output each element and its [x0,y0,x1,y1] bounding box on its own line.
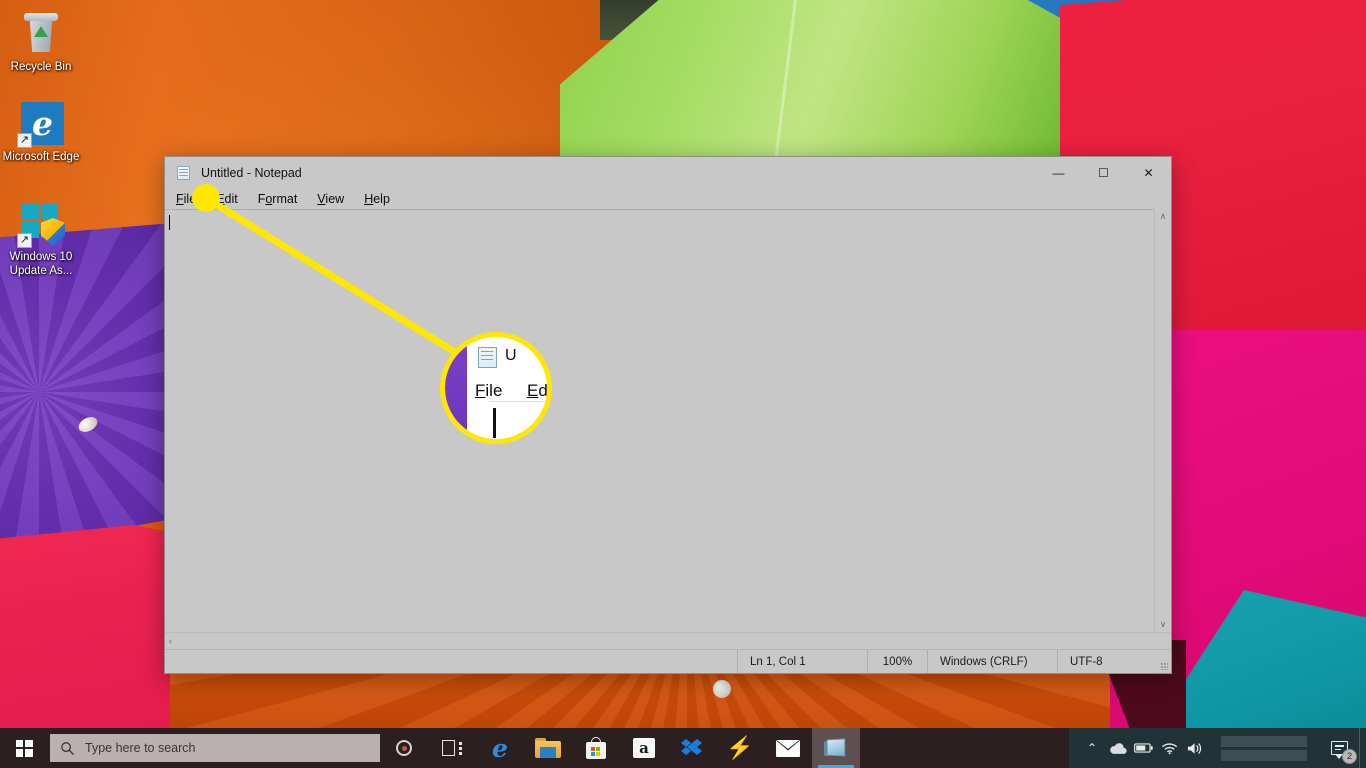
window-controls: — ☐ ✕ [1036,157,1171,188]
shortcut-arrow-icon: ↗ [17,133,32,148]
taskbar-item-amazon[interactable]: a [620,728,668,768]
taskbar-item-microsoft-edge[interactable]: e [476,728,524,768]
taskbar-item-microsoft-store[interactable] [572,728,620,768]
notepad-menu-bar[interactable]: File Edit Format View Help [165,188,1171,209]
system-tray: ⌃ 2 [1069,728,1366,768]
notepad-window[interactable]: Untitled - Notepad — ☐ ✕ File Edit Forma… [164,156,1172,674]
edge-icon: e ↗ [17,100,65,148]
clock-date-redacted [1221,749,1307,761]
cortana-icon [396,740,412,756]
notepad-icon [824,737,848,759]
status-encoding: UTF-8 [1070,655,1103,668]
taskbar-clock[interactable] [1209,728,1319,768]
desktop-icon-label: Windows 10 Update As... [9,251,73,277]
magnifier-desktop-edge [445,337,467,439]
desktop-icon-label: Recycle Bin [10,61,72,73]
status-line-ending: Windows (CRLF) [928,650,1058,673]
speaker-volume-icon[interactable] [1183,728,1209,768]
notepad-body: ∧ ∨ [165,209,1171,632]
menu-item-view[interactable]: View [316,191,345,207]
magnifier-menu-edit: Ed [527,381,548,400]
menu-item-file[interactable]: File [175,191,197,207]
mail-icon [776,739,800,757]
minimize-button[interactable]: — [1036,157,1081,188]
magnifier-menu-file: File Ed [475,381,548,400]
menu-item-edit[interactable]: Edit [215,191,239,207]
scroll-up-arrow-icon[interactable]: ∧ [1160,212,1167,221]
amazon-icon: a [633,738,655,758]
desktop-icon-recycle-bin[interactable]: Recycle Bin [0,10,84,75]
windows-logo-icon [15,739,33,757]
microsoft-store-icon [586,737,606,759]
menu-item-format[interactable]: Format [257,191,299,207]
task-view-icon [442,740,462,756]
notepad-text-area[interactable] [165,209,1154,632]
magnifier-callout: U File Ed [440,332,552,444]
scroll-left-arrow-icon[interactable]: ‹ [169,636,172,646]
magnifier-caret [493,408,496,438]
wifi-icon[interactable] [1157,728,1183,768]
show-desktop-button[interactable] [1359,728,1366,768]
onedrive-cloud-icon[interactable] [1105,728,1131,768]
close-button[interactable]: ✕ [1126,157,1171,188]
show-hidden-icons-button[interactable]: ⌃ [1079,728,1105,768]
status-zoom-level: 100% [868,650,928,673]
magnifier-text-area [489,401,547,439]
desktop-icon-windows-update-assistant[interactable]: ↗ Windows 10 Update As... [0,200,84,278]
status-bar-spacer [165,650,738,673]
magnifier-window-content: U File Ed [467,337,548,439]
taskbar-app-icons: e a ⚡ [428,728,860,768]
cortana-button[interactable] [380,728,428,768]
taskbar-search-input[interactable]: Type here to search [50,734,380,762]
notepad-status-bar: Ln 1, Col 1 100% Windows (CRLF) UTF-8 [165,649,1171,673]
desktop-icon-microsoft-edge[interactable]: e ↗ Microsoft Edge [0,100,84,165]
text-caret [169,215,170,230]
recycle-bin-icon [17,10,65,58]
window-title: Untitled - Notepad [201,165,302,180]
search-icon [60,741,75,756]
start-button[interactable] [0,728,48,768]
status-cursor-position: Ln 1, Col 1 [738,650,868,673]
lightning-bolt-icon: ⚡ [726,735,754,760]
desktop-icon-label: Microsoft Edge [2,151,80,163]
notification-count-badge: 2 [1342,749,1357,764]
taskbar-item-mail[interactable] [764,728,812,768]
taskbar-item-lightning-app[interactable]: ⚡ [716,728,764,768]
vertical-scrollbar[interactable]: ∧ ∨ [1154,209,1171,632]
notepad-document-icon [176,165,192,181]
magnifier-notepad-icon [477,345,499,369]
clock-time-redacted [1221,735,1307,747]
taskbar-item-dropbox[interactable] [668,728,716,768]
battery-icon[interactable] [1131,728,1157,768]
menu-item-help[interactable]: Help [363,191,391,207]
resize-grip-icon[interactable] [1153,650,1171,673]
dropbox-icon [681,738,703,758]
action-center-button[interactable]: 2 [1319,728,1359,768]
search-placeholder: Type here to search [85,741,196,755]
edge-icon: e [492,733,508,763]
windows-update-assistant-icon: ↗ [17,200,65,248]
notepad-title-bar[interactable]: Untitled - Notepad — ☐ ✕ [165,157,1171,188]
shortcut-arrow-icon: ↗ [17,233,32,248]
horizontal-scrollbar[interactable]: ‹ [165,632,1171,649]
taskbar[interactable]: Type here to search e a ⚡ ⌃ 2 [0,728,1366,768]
scroll-down-arrow-icon[interactable]: ∨ [1160,620,1167,629]
taskbar-item-task-view[interactable] [428,728,476,768]
file-explorer-icon [535,738,561,758]
taskbar-item-notepad[interactable] [812,728,860,768]
maximize-button[interactable]: ☐ [1081,157,1126,188]
magnifier-title-fragment: U [505,347,517,364]
taskbar-item-file-explorer[interactable] [524,728,572,768]
umbrella-orange-hub [713,680,731,698]
